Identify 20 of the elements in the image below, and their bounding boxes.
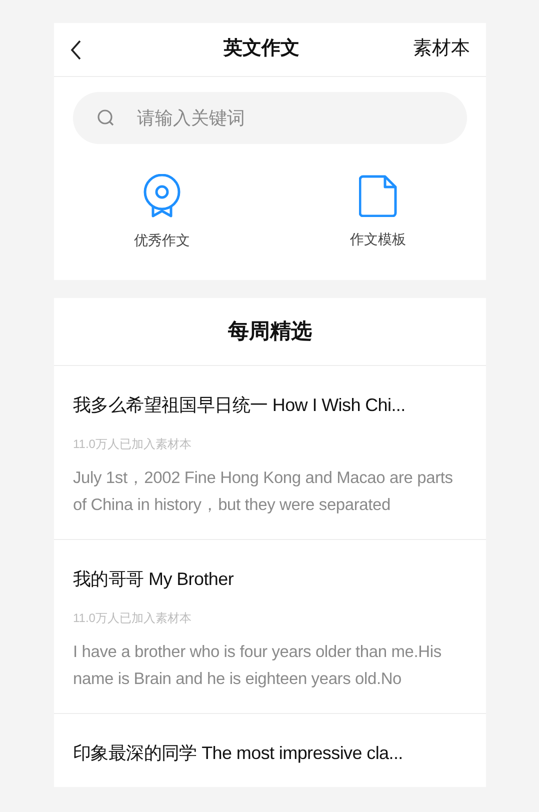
article-item[interactable]: 印象最深的同学 The most impressive cla... — [54, 714, 486, 787]
article-excerpt: I have a brother who is four years older than me.His name is Brain and he is eighteen years old.No — [73, 642, 442, 690]
medal-icon — [142, 174, 182, 218]
document-icon — [359, 174, 397, 216]
back-icon[interactable] — [70, 40, 82, 60]
article-item[interactable]: 我的哥哥 My Brother 11.0万人已加入素材本 I have a brother who is four years older than me.His name is Brain and he is eighteen years old.No — [54, 540, 486, 714]
article-title: 我多么希望祖国早日统一 How I Wish Chi... — [73, 394, 406, 417]
section-title: 每周精选 — [228, 318, 312, 345]
article-meta: 11.0万人已加入素材本 — [73, 436, 192, 453]
material-book-link[interactable]: 素材本 — [413, 35, 470, 64]
article-title: 我的哥哥 My Brother — [73, 568, 235, 591]
article-excerpt: July 1st，2002 Fine Hong Kong and Macao are parts of China in history，but they were separated — [73, 468, 454, 516]
article-item[interactable]: 我多么希望祖国早日统一 How I Wish Chi... 11.0万人已加入素材本 July 1st，2002 Fine Hong Kong and Macao are parts of China in history，but they were separated — [54, 366, 486, 540]
search-field[interactable]: 请输入关键词 — [73, 92, 467, 144]
article-meta: 11.0万人已加入素材本 — [73, 610, 192, 627]
shortcut-button[interactable]: 优秀作文 — [54, 174, 270, 250]
shortcut-button[interactable]: 作文模板 — [270, 174, 486, 250]
search-icon — [97, 109, 115, 127]
article-title: 印象最深的同学 The most impressive cla... — [73, 742, 404, 765]
page-title: 英文作文 — [224, 36, 300, 62]
